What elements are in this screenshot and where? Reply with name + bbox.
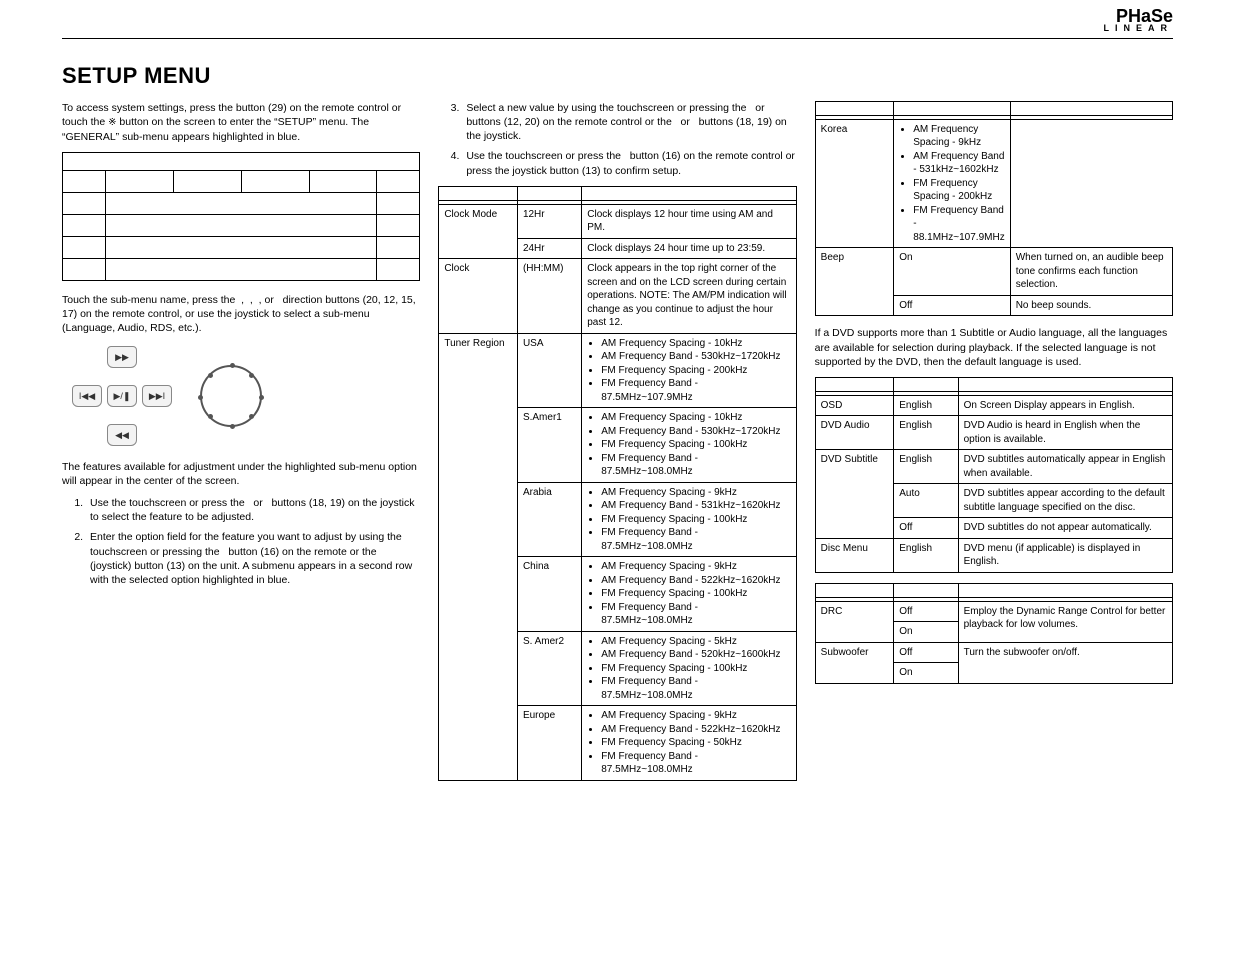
table-row: DRCOffEmploy the Dynamic Range Control f… [815, 601, 1172, 622]
general-settings-table: Clock Mode12HrClock displays 12 hour tim… [438, 186, 796, 781]
step-2: Enter the option field for the feature y… [86, 530, 420, 587]
table-row: DVD SubtitleEnglishDVD subtitles automat… [815, 450, 1172, 484]
joystick-ring-icon [200, 365, 262, 427]
step-4: Use the touchscreen or press the button … [462, 149, 796, 177]
table-row: Tuner RegionUSAAM Frequency Spacing - 10… [439, 333, 796, 408]
table-row: OSDEnglishOn Screen Display appears in E… [815, 395, 1172, 416]
step-3: Select a new value by using the touchscr… [462, 101, 796, 144]
steps-list: Use the touchscreen or press the or butt… [62, 496, 420, 587]
screenshot-placeholder-table [62, 152, 420, 281]
steps-list-cont: Select a new value by using the touchscr… [438, 101, 796, 178]
table-row: Clock Mode12HrClock displays 12 hour tim… [439, 204, 796, 238]
header-rule [62, 38, 1173, 39]
step-1: Use the touchscreen or press the or butt… [86, 496, 420, 524]
nav-instructions: Touch the sub-menu name, press the , , ,… [62, 293, 420, 336]
table-row: Disc MenuEnglishDVD menu (if applicable)… [815, 538, 1172, 572]
table-row: BeepOnWhen turned on, an audible beep to… [815, 248, 1172, 296]
table-row: DVD AudioEnglishDVD Audio is heard in En… [815, 416, 1172, 450]
language-note: If a DVD supports more than 1 Subtitle o… [815, 326, 1173, 369]
column-3: KoreaAM Frequency Spacing - 9kHzAM Frequ… [815, 101, 1173, 694]
language-settings-table: OSDEnglishOn Screen Display appears in E… [815, 377, 1173, 573]
intro-paragraph: To access system settings, press the but… [62, 101, 420, 144]
dpad-diagram: ▶▶ I◀◀ ▶/❚ ▶▶I ◀◀ [72, 346, 172, 446]
column-1: To access system settings, press the but… [62, 101, 420, 595]
table-row: KoreaAM Frequency Spacing - 9kHzAM Frequ… [815, 119, 1172, 248]
general-settings-table-cont: KoreaAM Frequency Spacing - 9kHzAM Frequ… [815, 101, 1173, 317]
features-paragraph: The features available for adjustment un… [62, 460, 420, 488]
table-row: SubwooferOffTurn the subwoofer on/off. [815, 642, 1172, 663]
dpad-center-icon: ▶/❚ [107, 385, 137, 407]
column-2: Select a new value by using the touchscr… [438, 101, 796, 791]
dpad-down-icon: ◀◀ [107, 424, 137, 446]
dpad-left-icon: I◀◀ [72, 385, 102, 407]
brand-logo: PHaSe LINEAR [1104, 8, 1174, 32]
page-title: SETUP MENU [62, 61, 1173, 91]
dpad-right-icon: ▶▶I [142, 385, 172, 407]
dpad-up-icon: ▶▶ [107, 346, 137, 368]
table-row: Clock(HH:MM)Clock appears in the top rig… [439, 259, 796, 334]
audio-settings-table: DRCOffEmploy the Dynamic Range Control f… [815, 583, 1173, 684]
